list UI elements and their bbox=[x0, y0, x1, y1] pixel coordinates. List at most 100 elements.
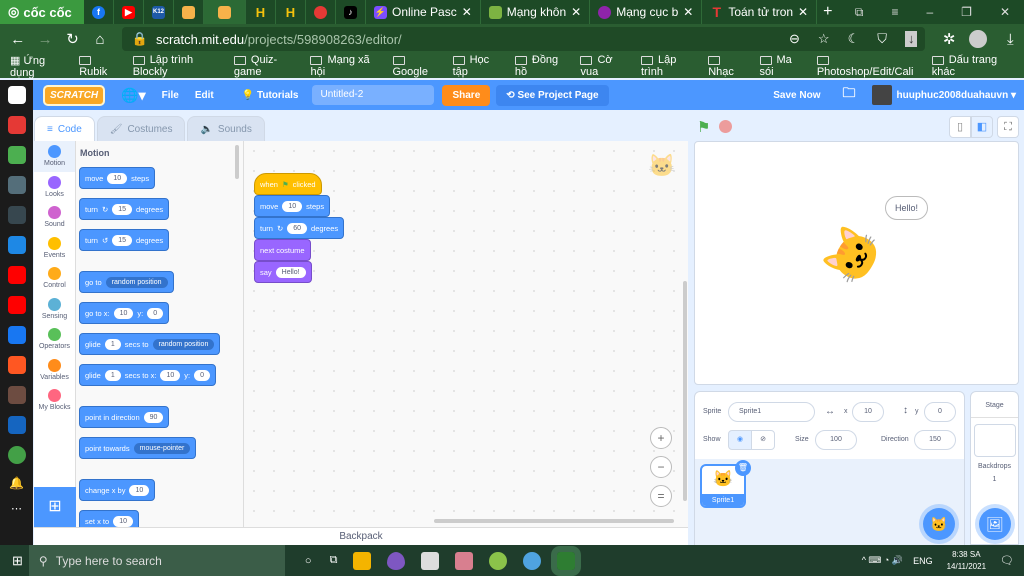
scratch-logo[interactable]: SCRATCH bbox=[43, 84, 106, 106]
vertical-scrollbar[interactable] bbox=[683, 281, 687, 501]
block-turn-right[interactable]: turn ↻ 60 degrees bbox=[254, 217, 345, 239]
block-say[interactable]: say Hello! bbox=[254, 261, 312, 283]
more-icon[interactable]: ⋯ bbox=[0, 502, 33, 515]
block-move-steps[interactable]: move 10 steps bbox=[79, 167, 156, 189]
dark-mode-icon[interactable]: ☾ bbox=[848, 31, 860, 47]
browser-tab[interactable]: Mạng cục b ✕ bbox=[590, 0, 703, 24]
forward-icon[interactable]: → bbox=[31, 31, 58, 48]
bookmark-folder[interactable]: Học tập bbox=[452, 54, 502, 78]
notifications-icon[interactable]: 🔔 bbox=[0, 476, 33, 490]
menu-icon[interactable]: ≡ bbox=[891, 5, 898, 20]
block-point-towards[interactable]: point towards mouse-pointer bbox=[79, 437, 197, 459]
choose-sprite-button[interactable]: 🐱 bbox=[923, 508, 955, 540]
block-glide-to[interactable]: glide 1 secs to random position bbox=[79, 333, 221, 355]
facebook-icon[interactable] bbox=[7, 326, 26, 344]
browser-tab[interactable]: T Toán tử tron ✕ bbox=[702, 0, 818, 24]
notification-center-icon[interactable]: 🗨 bbox=[1000, 554, 1014, 567]
tab-code[interactable]: ≡ Code bbox=[34, 116, 95, 141]
reload-icon[interactable]: ↻ bbox=[59, 30, 86, 48]
coccoc-active-icon[interactable] bbox=[551, 545, 582, 576]
zoom-out-button[interactable]: − bbox=[650, 456, 672, 478]
show-visible-button[interactable]: ◉ bbox=[728, 430, 752, 450]
y-input[interactable]: 0 bbox=[924, 402, 956, 422]
fullscreen-button[interactable]: ⛶ bbox=[997, 116, 1019, 138]
browser-tab[interactable]: K12 bbox=[144, 0, 174, 24]
category-events[interactable]: Events bbox=[34, 233, 75, 264]
browser-tab[interactable]: f bbox=[84, 0, 114, 24]
edit-menu[interactable]: Edit bbox=[195, 90, 214, 101]
block-move-steps[interactable]: move 10 steps bbox=[254, 195, 331, 217]
bookmark-folder[interactable]: Photoshop/Edit/Cali bbox=[816, 54, 919, 78]
bookmark-apps[interactable]: ▦ Ứng dụng bbox=[10, 54, 66, 79]
share-button[interactable]: Share bbox=[442, 84, 491, 106]
small-stage-button[interactable]: ▯ bbox=[949, 116, 971, 138]
show-hidden-button[interactable]: ⊘ bbox=[751, 430, 775, 450]
save-now-button[interactable]: Save Now bbox=[773, 90, 820, 101]
star-icon[interactable]: ☆ bbox=[818, 31, 830, 47]
block-go-to-xy[interactable]: go to x: 10 y: 0 bbox=[79, 302, 170, 324]
youtube-icon[interactable] bbox=[7, 266, 26, 284]
app-icon[interactable] bbox=[7, 236, 26, 254]
see-project-page-button[interactable]: ⟲ See Project Page bbox=[496, 84, 609, 106]
block-set-x[interactable]: set x to 10 bbox=[79, 510, 139, 527]
category-looks[interactable]: Looks bbox=[34, 172, 75, 203]
palette-scrollbar[interactable] bbox=[235, 145, 239, 179]
browser-tab[interactable]: H bbox=[276, 0, 306, 24]
tray-icons[interactable]: ^ ⌨ ◔ 🔊 bbox=[862, 555, 903, 566]
browser-tab[interactable] bbox=[306, 0, 336, 24]
direction-input[interactable]: 150 bbox=[914, 430, 956, 450]
bookmark-folder[interactable]: Lập trình bbox=[640, 54, 695, 78]
horizontal-scrollbar[interactable] bbox=[434, 519, 674, 523]
back-icon[interactable]: ← bbox=[4, 31, 31, 48]
app-icon[interactable] bbox=[7, 416, 26, 434]
bookmark-folder[interactable]: Quiz-game bbox=[233, 54, 298, 78]
app-icon[interactable] bbox=[7, 446, 26, 464]
cortana-icon[interactable]: ○ bbox=[305, 555, 312, 567]
block-next-costume[interactable]: next costume bbox=[254, 239, 311, 261]
zoom-reset-button[interactable]: = bbox=[650, 485, 672, 507]
profile-avatar[interactable] bbox=[968, 30, 987, 48]
category-sound[interactable]: Sound bbox=[34, 202, 75, 233]
bookmark-folder[interactable]: Ma sói bbox=[759, 54, 804, 78]
block-point-in-direction[interactable]: point in direction 90 bbox=[79, 406, 170, 428]
browser-tab[interactable] bbox=[174, 0, 204, 24]
browser-tab[interactable]: Mạng khôn ✕ bbox=[481, 0, 591, 24]
bookmark-folder[interactable]: Nhạc bbox=[708, 54, 746, 78]
stop-button[interactable] bbox=[719, 120, 732, 133]
home-icon[interactable]: ⌂ bbox=[86, 31, 113, 48]
size-input[interactable]: 100 bbox=[815, 430, 857, 450]
google-icon[interactable] bbox=[7, 86, 26, 104]
my-stuff-folder-icon[interactable]: 🗀 bbox=[842, 84, 855, 106]
account-menu[interactable]: huuphuc2008duahauvn ▾ bbox=[897, 90, 1017, 101]
close-window-icon[interactable]: ✕ bbox=[1000, 5, 1010, 20]
timer-icon[interactable] bbox=[7, 206, 26, 224]
download-page-icon[interactable]: ↓ bbox=[904, 31, 918, 47]
bookmark-folder[interactable]: Google bbox=[392, 54, 440, 78]
paint-icon[interactable] bbox=[523, 551, 542, 570]
category-operators[interactable]: Operators bbox=[34, 324, 75, 355]
delete-sprite-button[interactable]: 🗑 bbox=[735, 460, 751, 476]
file-menu[interactable]: File bbox=[162, 90, 179, 101]
block-turn-right[interactable]: turn ↻ 15 degrees bbox=[79, 198, 170, 220]
tutorials-button[interactable]: 💡 Tutorials bbox=[242, 90, 299, 101]
browser-tab[interactable]: H bbox=[246, 0, 276, 24]
minimize-icon[interactable]: – bbox=[926, 5, 933, 20]
green-flag-button[interactable]: ⚑ bbox=[697, 118, 710, 136]
file-explorer-icon[interactable] bbox=[353, 551, 372, 570]
browser-tab[interactable]: ♪ bbox=[336, 0, 366, 24]
app-icon[interactable] bbox=[455, 551, 474, 570]
edge-icon[interactable] bbox=[387, 551, 406, 570]
choose-backdrop-button[interactable]: 🖼 bbox=[979, 508, 1011, 540]
category-sensing[interactable]: Sensing bbox=[34, 294, 75, 325]
bookmark-folder[interactable]: Mạng xã hội bbox=[310, 54, 379, 78]
bookmark-folder[interactable]: Đồng hồ bbox=[514, 54, 568, 78]
category-motion[interactable]: Motion bbox=[34, 141, 75, 172]
backpack[interactable]: Backpack bbox=[34, 527, 688, 545]
bookmark-folder[interactable]: Cờ vua bbox=[580, 54, 628, 78]
downloads-icon[interactable]: ⤓ bbox=[997, 31, 1024, 48]
user-avatar[interactable] bbox=[871, 85, 892, 105]
stage-thumbnail[interactable] bbox=[973, 424, 1016, 457]
zoom-out-icon[interactable]: ⊖ bbox=[789, 31, 800, 47]
close-tab-icon[interactable]: ✕ bbox=[462, 5, 472, 19]
game-icon[interactable] bbox=[7, 386, 26, 404]
